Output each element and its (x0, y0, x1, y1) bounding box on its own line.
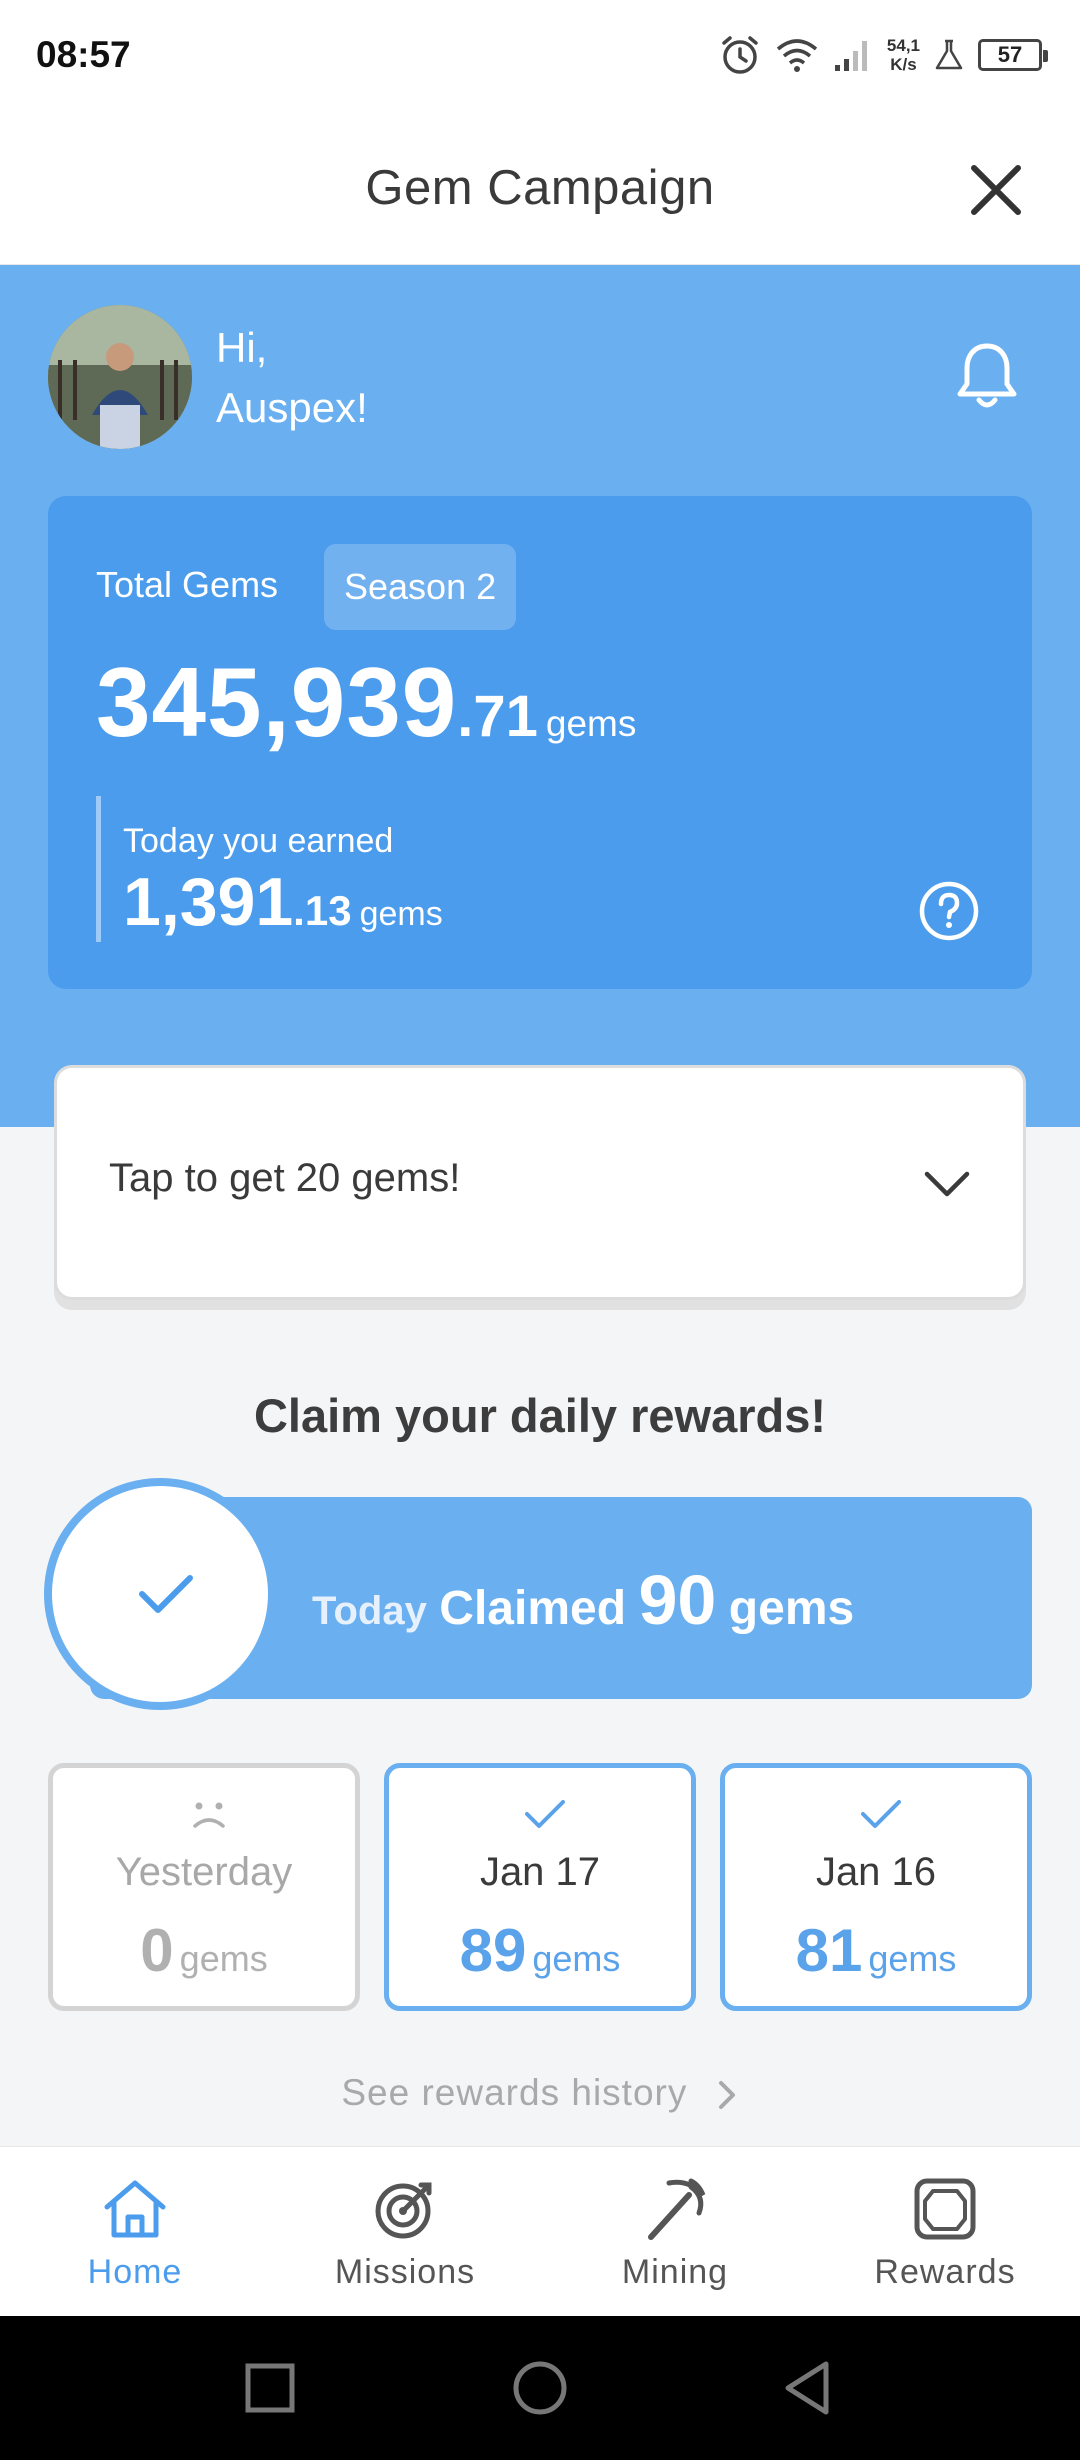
sad-face-icon (193, 1802, 225, 1828)
nav-item-home[interactable]: Home (0, 2147, 270, 2316)
nav-item-rewards[interactable]: Rewards (810, 2147, 1080, 2316)
today-claimed-circle (44, 1478, 276, 1710)
greeting-username: Auspex! (216, 384, 368, 431)
system-navigation-bar (0, 2316, 1080, 2460)
signal-icon (834, 41, 867, 71)
nav-item-missions[interactable]: Missions (270, 2147, 540, 2316)
gem-icon (914, 2178, 976, 2240)
tap-to-get-gems-text: Tap to get 20 gems! (109, 1156, 461, 1200)
bottom-navigation: Home Missions Mining Rewards (0, 2146, 1080, 2316)
greeting: Hi, Auspex! (216, 318, 368, 438)
app-header: Gem Campaign (0, 110, 1080, 265)
chevron-down-icon (924, 1171, 970, 1197)
total-gems-label: Total Gems (96, 564, 279, 605)
status-icons: 54,1 K/s 57 (719, 30, 1048, 80)
avatar-image (48, 305, 192, 449)
day-card-jan-16[interactable]: Jan 16 81 gems (720, 1763, 1032, 2011)
daily-rewards-heading: Claim your daily rewards! (253, 1389, 827, 1442)
nav-label: Rewards (874, 2253, 1016, 2291)
tap-to-get-gems-card[interactable]: Tap to get 20 gems! (54, 1065, 1026, 1300)
close-icon[interactable] (964, 158, 1028, 222)
today-earned-label: Today you earned (123, 822, 394, 860)
recent-apps-icon[interactable] (240, 2358, 300, 2418)
day-label: Jan 16 (815, 1850, 937, 1894)
history-link-label: See rewards history (341, 2072, 688, 2113)
day-label: Yesterday (115, 1850, 293, 1894)
chevron-right-icon (718, 2081, 735, 2110)
help-icon[interactable] (918, 880, 980, 942)
day-gems: 89 gems (459, 1917, 621, 1984)
pickaxe-icon (648, 2178, 706, 2240)
battery-indicator: 57 (978, 39, 1048, 71)
flask-icon (935, 39, 963, 70)
status-bar: 08:57 54,1 K/s 57 (0, 0, 1080, 110)
check-icon (861, 1800, 901, 1828)
nav-label: Mining (621, 2253, 729, 2291)
season-badge[interactable]: Season 2 (324, 544, 517, 630)
page-title: Gem Campaign (365, 161, 715, 215)
greeting-hi: Hi, (216, 324, 268, 371)
avatar[interactable] (48, 305, 192, 449)
nav-label: Home (87, 2253, 183, 2291)
wifi-icon (776, 39, 818, 72)
day-gems: 0 gems (140, 1917, 268, 1984)
back-icon[interactable] (780, 2358, 840, 2418)
home-icon (104, 2180, 166, 2238)
total-gems-value: 345,939.71 gems (96, 647, 637, 757)
today-claimed-text: Today Claimed 90 gems (312, 1561, 855, 1639)
home-button-icon[interactable] (510, 2358, 570, 2418)
nav-item-mining[interactable]: Mining (540, 2147, 810, 2316)
day-gems: 81 gems (795, 1917, 957, 1984)
check-icon (139, 1575, 193, 1613)
day-card-jan-17[interactable]: Jan 17 89 gems (384, 1763, 696, 2011)
status-time: 08:57 (36, 34, 131, 75)
check-icon (525, 1800, 565, 1828)
today-earned: Today you earned 1,391.13 gems (96, 796, 443, 942)
see-rewards-history-link[interactable]: See rewards history (0, 2072, 1080, 2114)
today-earned-value: 1,391.13 gems (123, 864, 443, 940)
alarm-icon (722, 36, 758, 74)
day-label: Jan 17 (479, 1850, 601, 1894)
nav-label: Missions (334, 2253, 476, 2291)
day-card-yesterday[interactable]: Yesterday 0 gems (48, 1763, 360, 2011)
network-speed: 54,1 K/s (886, 36, 920, 74)
target-icon (375, 2182, 432, 2239)
bell-icon[interactable] (954, 340, 1020, 412)
total-gems-card: Total Gems Season 2 345,939.71 gems Today… (48, 496, 1032, 989)
